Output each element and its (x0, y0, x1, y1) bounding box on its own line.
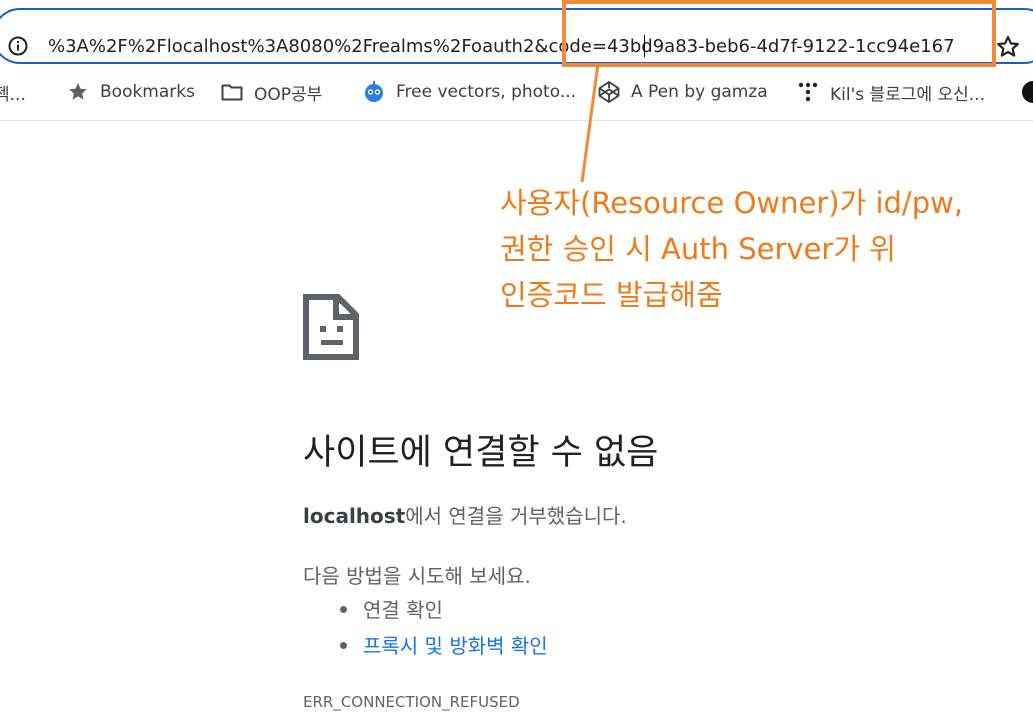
tistory-icon (798, 82, 818, 102)
suggestion-link[interactable]: 프록시 및 방화벽 확인 (340, 630, 548, 659)
bookmark-label: Free vectors, photo... (396, 82, 577, 102)
error-title: 사이트에 연결할 수 없음 (303, 433, 659, 473)
suggestion-label: 연결 확인 (363, 598, 443, 622)
error-description: localhost에서 연결을 거부했습니다. (303, 500, 627, 529)
bullet (340, 642, 347, 649)
cut-off-icon (1022, 81, 1033, 103)
folder-icon (221, 84, 243, 101)
bookmark-label: A Pen by gamza (631, 82, 768, 102)
bullet (340, 606, 347, 613)
bookmark-item[interactable]: 젝... (0, 72, 26, 112)
bookmark-item[interactable]: OOP공부 (220, 72, 322, 112)
bookmark-item[interactable]: Free vectors, photo... (362, 72, 576, 112)
bookmark-label: Kil's 블로그에 오신... (830, 84, 985, 105)
suggestion-item: 연결 확인 (340, 594, 443, 623)
bookmark-item[interactable]: A Pen by gamza (597, 72, 768, 112)
codepen-icon (598, 81, 620, 103)
bookmark-item[interactable] (1022, 72, 1033, 112)
info-icon[interactable] (8, 36, 28, 56)
annotation-line: 사용자(Resource Owner)가 id/pw, (500, 186, 964, 220)
error-description-text: 에서 연결을 거부했습니다. (405, 504, 627, 528)
bookmark-label: OOP공부 (254, 84, 323, 105)
annotation-line: 인증코드 발급해줌 (500, 278, 723, 312)
annotation-text: 사용자(Resource Owner)가 id/pw, 권한 승인 시 Auth… (500, 180, 963, 318)
bookmark-label: Bookmarks (100, 82, 195, 102)
bookmark-label: 젝... (0, 84, 26, 105)
star-icon (69, 83, 87, 100)
annotation-highlight-box (562, 0, 996, 67)
sad-page-icon (303, 294, 359, 360)
suggestion-label[interactable]: 프록시 및 방화벽 확인 (363, 634, 548, 658)
bookmark-item[interactable]: Kil's 블로그에 오신... (796, 72, 985, 112)
bookmark-star-icon[interactable] (995, 34, 1021, 60)
bookmarks-bar: 젝... Bookmarks OOP공부 Free vectors, photo… (0, 72, 1033, 121)
try-heading: 다음 방법을 시도해 보세요. (303, 564, 531, 588)
annotation-line: 권한 승인 시 Auth Server가 위 (500, 232, 896, 266)
robot-face-icon (365, 81, 383, 102)
bookmark-item[interactable]: Bookmarks (66, 72, 195, 112)
error-code: ERR_CONNECTION_REFUSED (303, 693, 520, 711)
error-host: localhost (303, 504, 406, 528)
